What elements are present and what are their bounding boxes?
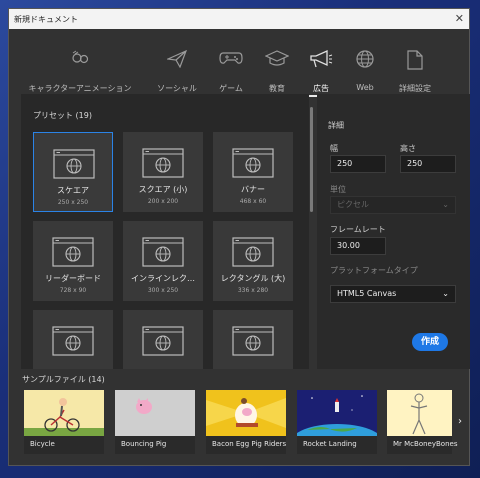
framerate-label: フレームレート	[330, 225, 386, 234]
sample-card[interactable]: Mr McBoneyBones	[387, 390, 457, 454]
preset-card[interactable]	[123, 310, 203, 369]
web-page-icon	[142, 326, 184, 356]
preset-name: リーダーボード	[45, 274, 101, 283]
preset-name: スケエア	[57, 186, 89, 195]
web-page-icon	[232, 237, 274, 267]
web-page-icon	[53, 149, 95, 179]
web-page-icon	[52, 326, 94, 356]
preset-size: 200 x 200	[147, 198, 179, 205]
width-label: 幅	[330, 144, 338, 153]
preset-card[interactable]: スケエア 250 x 250	[33, 132, 113, 212]
new-document-dialog: 新規ドキュメント ✕ キャラクターアニメーション ソーシャル ゲーム 教育 広告…	[8, 8, 470, 466]
tab-label: キャラクターアニメーション	[28, 84, 132, 93]
tab-game[interactable]: ゲーム	[209, 29, 253, 101]
presets-scrollbar[interactable]	[310, 107, 313, 212]
sample-name: Bacon Egg Pig Riders	[212, 440, 287, 448]
paper-plane-icon	[167, 50, 187, 68]
preset-name: レクタングル (大)	[220, 274, 286, 283]
height-label: 高さ	[400, 144, 416, 153]
tab-label: 教育	[269, 84, 285, 93]
unit-select: ピクセル ⌄	[330, 196, 456, 214]
preset-size: 728 x 90	[59, 287, 87, 294]
sample-card[interactable]: Bouncing Pig	[115, 390, 195, 454]
details-panel: 詳細 幅 250 高さ 250 単位 ピクセル ⌄ フレームレート 30.00 …	[317, 94, 470, 369]
tab-social[interactable]: ソーシャル	[149, 29, 205, 101]
preset-name: スクエア (小)	[138, 185, 188, 194]
width-input[interactable]: 250	[330, 155, 386, 173]
close-icon[interactable]: ✕	[455, 12, 464, 25]
sample-card[interactable]: Bicycle	[24, 390, 104, 454]
unit-value: ピクセル	[337, 200, 369, 209]
tab-advanced[interactable]: 詳細設定	[391, 29, 439, 101]
preset-size: 336 x 280	[237, 287, 269, 294]
preset-card[interactable]: インラインレク… 300 x 250	[123, 221, 203, 301]
gamepad-icon	[219, 52, 243, 64]
sample-thumbnail-bacon-egg-pig-riders	[206, 390, 286, 436]
height-input[interactable]: 250	[400, 155, 456, 173]
preset-card[interactable]: バナー 468 x 60	[213, 132, 293, 212]
preset-card[interactable]	[33, 310, 113, 369]
preset-size: 300 x 250	[147, 287, 179, 294]
category-tabs: キャラクターアニメーション ソーシャル ゲーム 教育 広告 Web 詳細設定	[9, 29, 469, 101]
platform-value: HTML5 Canvas	[337, 289, 397, 298]
preset-size: 468 x 60	[239, 198, 267, 205]
preset-card[interactable]: スクエア (小) 200 x 200	[123, 132, 203, 212]
preset-card[interactable]	[213, 310, 293, 369]
details-heading: 詳細	[328, 121, 344, 130]
platform-label: プラットフォームタイプ	[330, 266, 418, 275]
tab-label: 広告	[313, 84, 329, 93]
sample-name: Bicycle	[30, 440, 55, 448]
web-page-icon	[142, 237, 184, 267]
sample-thumbnail-bicycle	[24, 390, 104, 436]
tab-character-animation[interactable]: キャラクターアニメーション	[21, 29, 139, 101]
tab-label: Web	[356, 83, 374, 92]
preset-size: 250 x 250	[57, 199, 89, 206]
preset-name: インラインレク…	[131, 274, 195, 283]
sample-name: Mr McBoneyBones	[393, 440, 458, 448]
unit-label: 単位	[330, 185, 346, 194]
sample-thumbnail-bouncing-pig	[115, 390, 195, 436]
sample-card[interactable]: Rocket Landing	[297, 390, 377, 454]
preset-card[interactable]: レクタングル (大) 336 x 280	[213, 221, 293, 301]
tab-label: ソーシャル	[157, 84, 197, 93]
sample-thumbnail-mr-mcboneybones	[387, 390, 452, 436]
web-page-icon	[232, 148, 274, 178]
create-button[interactable]: 作成	[412, 333, 448, 351]
preset-card[interactable]: リーダーボード 728 x 90	[33, 221, 113, 301]
platform-select[interactable]: HTML5 Canvas ⌄	[330, 285, 456, 303]
preset-name: バナー	[241, 185, 265, 194]
next-samples-icon[interactable]: ›	[458, 416, 462, 427]
sample-name: Rocket Landing	[303, 440, 357, 448]
web-page-icon	[52, 237, 94, 267]
tab-education[interactable]: 教育	[257, 29, 297, 101]
sample-thumbnail-rocket-landing	[297, 390, 377, 436]
tab-advertising[interactable]: 広告	[301, 29, 341, 101]
sample-name: Bouncing Pig	[121, 440, 167, 448]
window-title: 新規ドキュメント	[14, 15, 78, 24]
character-animation-icon	[72, 50, 89, 64]
sample-card[interactable]: Bacon Egg Pig Riders	[206, 390, 286, 454]
web-page-icon	[142, 148, 184, 178]
document-icon	[407, 50, 423, 70]
chevron-down-icon: ⌄	[442, 200, 449, 209]
presets-panel: プリセット (19) スケエア 250 x 250 スクエア (小) 200 x…	[21, 94, 309, 369]
title-bar: 新規ドキュメント ✕	[9, 9, 469, 29]
chevron-down-icon: ⌄	[442, 289, 449, 298]
globe-icon	[356, 50, 374, 68]
megaphone-icon	[310, 50, 333, 68]
framerate-input[interactable]: 30.00	[330, 237, 386, 255]
tab-web[interactable]: Web	[345, 29, 385, 101]
samples-heading: サンプルファイル (14)	[22, 375, 105, 384]
web-page-icon	[232, 326, 274, 356]
tab-label: 詳細設定	[399, 84, 431, 93]
tab-label: ゲーム	[219, 84, 243, 93]
graduation-cap-icon	[265, 50, 289, 66]
presets-heading: プリセット (19)	[33, 111, 92, 120]
